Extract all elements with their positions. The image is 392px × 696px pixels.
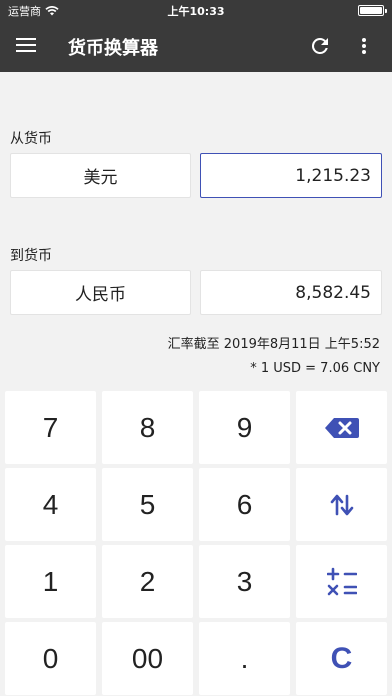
key-2[interactable]: 2 [102, 545, 193, 618]
status-bar: 运营商 上午10:33 [0, 0, 392, 20]
key-5[interactable]: 5 [102, 468, 193, 541]
key-0[interactable]: 0 [5, 622, 96, 695]
battery-icon [358, 5, 387, 16]
refresh-icon[interactable] [308, 34, 332, 58]
app-bar: 货币换算器 [0, 20, 392, 72]
page-title: 货币换算器 [68, 38, 158, 59]
from-currency-name: 美元 [83, 168, 118, 188]
key-decimal[interactable]: . [199, 622, 290, 695]
from-currency-label: 从货币 [10, 131, 52, 147]
to-amount-value: 8,582.45 [295, 282, 371, 303]
calculator-button[interactable] [296, 545, 387, 618]
to-currency-selector[interactable]: 人民币 [10, 270, 191, 315]
to-currency-label: 到货币 [10, 248, 52, 264]
swap-vert-icon [330, 494, 353, 515]
backspace-button[interactable] [296, 391, 387, 464]
key-00[interactable]: 00 [102, 622, 193, 695]
backspace-icon [324, 417, 359, 438]
key-3[interactable]: 3 [199, 545, 290, 618]
key-7[interactable]: 7 [5, 391, 96, 464]
from-amount-value: 1,215.23 [295, 165, 371, 186]
clear-button[interactable]: C [296, 622, 387, 695]
key-8[interactable]: 8 [102, 391, 193, 464]
keypad: 7 8 9 4 5 6 1 2 3 0 00 . C [0, 388, 392, 696]
key-9[interactable]: 9 [199, 391, 290, 464]
swap-currencies-button[interactable] [296, 468, 387, 541]
from-currency-selector[interactable]: 美元 [10, 153, 191, 198]
key-4[interactable]: 4 [5, 468, 96, 541]
more-vert-icon[interactable] [356, 34, 372, 58]
calculator-icon [326, 567, 357, 595]
to-amount-field[interactable]: 8,582.45 [200, 270, 382, 315]
menu-icon[interactable] [16, 38, 36, 52]
to-currency-name: 人民币 [75, 285, 126, 305]
key-1[interactable]: 1 [5, 545, 96, 618]
exchange-rate: * 1 USD = 7.06 CNY [250, 361, 380, 376]
from-amount-field[interactable]: 1,215.23 [200, 153, 382, 198]
key-6[interactable]: 6 [199, 468, 290, 541]
rate-timestamp: 汇率截至 2019年8月11日 上午5:52 [167, 337, 380, 352]
status-time: 上午10:33 [167, 5, 225, 18]
